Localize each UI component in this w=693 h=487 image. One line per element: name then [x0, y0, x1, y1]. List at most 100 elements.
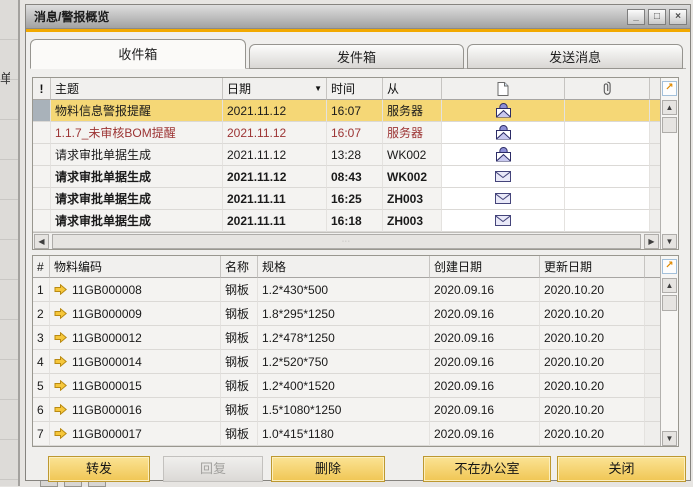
- material-code: 11GB000016: [50, 398, 221, 422]
- link-arrow-icon[interactable]: [54, 284, 67, 295]
- scrollbar-thumb[interactable]: ∙∙∙: [52, 234, 641, 249]
- inbox-row[interactable]: 请求审批单据生成2021.11.1116:18ZH003: [33, 210, 660, 232]
- link-arrow-icon[interactable]: [54, 332, 67, 343]
- open-envelope-icon: [495, 147, 512, 162]
- scrollbar-thumb[interactable]: [662, 295, 677, 311]
- out-of-office-button[interactable]: 不在办公室: [423, 456, 551, 482]
- row-blank: [650, 144, 660, 166]
- materials-col-name[interactable]: 名称: [221, 256, 258, 278]
- minimize-button[interactable]: _: [627, 9, 645, 25]
- inbox-col-date[interactable]: 日期▼: [223, 78, 327, 100]
- inbox-col-document[interactable]: [442, 78, 565, 100]
- row-blank: [650, 122, 660, 144]
- message-date: 2021.11.12: [223, 144, 327, 166]
- message-time: 16:07: [327, 100, 383, 122]
- material-row[interactable]: 311GB000012钢板1.2*478*12502020.09.162020.…: [33, 326, 660, 350]
- materials-col-created[interactable]: 创建日期: [430, 256, 540, 278]
- link-arrow-icon[interactable]: [54, 356, 67, 367]
- message-attachment: [565, 166, 650, 188]
- material-code-text: 11GB000015: [72, 379, 142, 393]
- row-blank: [650, 100, 660, 122]
- materials-col-code[interactable]: 物料编码: [50, 256, 221, 278]
- material-code: 11GB000012: [50, 326, 221, 350]
- inbox-col-from[interactable]: 从: [383, 78, 442, 100]
- tab-send-message[interactable]: 发送消息: [467, 44, 683, 69]
- tab-inbox[interactable]: 收件箱: [30, 39, 246, 69]
- materials-vertical-scrollbar[interactable]: ↗ ▲ ▼: [660, 256, 678, 446]
- scroll-down-icon[interactable]: ▼: [662, 431, 677, 446]
- scroll-up-icon[interactable]: ▲: [662, 100, 677, 115]
- inbox-col-priority[interactable]: !: [33, 78, 51, 100]
- background-partial-text: 单: [0, 68, 10, 87]
- row-selector[interactable]: [33, 188, 51, 210]
- material-updated-date: 2020.10.20: [540, 374, 645, 398]
- scroll-up-icon[interactable]: ▲: [662, 278, 677, 293]
- row-blank: [645, 350, 660, 374]
- action-button-row: 转发 回复 删除 不在办公室 关闭: [26, 455, 690, 482]
- link-arrow-icon[interactable]: [54, 404, 67, 415]
- inbox-horizontal-scrollbar[interactable]: ◀ ∙∙∙ ▶: [33, 232, 660, 249]
- material-row[interactable]: 511GB000015钢板1.2*400*15202020.09.162020.…: [33, 374, 660, 398]
- material-updated-date: 2020.10.20: [540, 278, 645, 302]
- scroll-right-icon[interactable]: ▶: [644, 234, 659, 249]
- material-row[interactable]: 111GB000008钢板1.2*430*5002020.09.162020.1…: [33, 278, 660, 302]
- close-window-button[interactable]: ×: [669, 9, 687, 25]
- material-index: 1: [33, 278, 50, 302]
- forward-button[interactable]: 转发: [48, 456, 150, 482]
- material-name: 钢板: [221, 398, 258, 422]
- scroll-left-icon[interactable]: ◀: [34, 234, 49, 249]
- materials-col-index[interactable]: #: [33, 256, 50, 278]
- material-row[interactable]: 611GB000016钢板1.5*1080*12502020.09.162020…: [33, 398, 660, 422]
- scroll-down-icon[interactable]: ▼: [662, 234, 677, 249]
- material-index: 3: [33, 326, 50, 350]
- message-date: 2021.11.12: [223, 100, 327, 122]
- row-selector[interactable]: [33, 166, 51, 188]
- material-name: 钢板: [221, 278, 258, 302]
- materials-col-updated[interactable]: 更新日期: [540, 256, 645, 278]
- background-window-border: [18, 0, 20, 486]
- materials-header-row: #物料编码名称规格创建日期更新日期: [33, 256, 660, 278]
- inbox-rows: 物料信息警报提醒2021.11.1216:07服务器1.1.7_未审核BOM提醒…: [33, 100, 660, 232]
- expand-grid-icon[interactable]: ↗: [662, 259, 677, 274]
- row-selector[interactable]: [33, 122, 51, 144]
- material-updated-date: 2020.10.20: [540, 398, 645, 422]
- message-time: 16:18: [327, 210, 383, 232]
- material-row[interactable]: 411GB000014钢板1.2*520*7502020.09.162020.1…: [33, 350, 660, 374]
- material-code-text: 11GB000016: [72, 403, 142, 417]
- closed-envelope-icon: [495, 193, 511, 204]
- scrollbar-thumb[interactable]: [662, 117, 677, 133]
- inbox-col-subject[interactable]: 主题: [51, 78, 223, 100]
- inbox-table: !主题日期▼时间从 物料信息警报提醒2021.11.1216:07服务器1.1.…: [32, 77, 679, 250]
- maximize-button[interactable]: □: [648, 9, 666, 25]
- inbox-row[interactable]: 请求审批单据生成2021.11.1116:25ZH003: [33, 188, 660, 210]
- inbox-vertical-scrollbar[interactable]: ↗ ▲ ▼: [660, 78, 678, 249]
- message-status: [442, 210, 565, 232]
- materials-col-spec[interactable]: 规格: [258, 256, 430, 278]
- inbox-col-time[interactable]: 时间: [327, 78, 383, 100]
- message-date: 2021.11.12: [223, 166, 327, 188]
- link-arrow-icon[interactable]: [54, 428, 67, 439]
- delete-button[interactable]: 删除: [271, 456, 385, 482]
- link-arrow-icon[interactable]: [54, 380, 67, 391]
- material-code: 11GB000008: [50, 278, 221, 302]
- sort-desc-icon[interactable]: ▼: [314, 84, 322, 93]
- row-selector[interactable]: [33, 100, 51, 122]
- tab-outbox[interactable]: 发件箱: [249, 44, 465, 69]
- inbox-col-attachment[interactable]: [565, 78, 650, 100]
- material-row[interactable]: 711GB000017钢板1.0*415*11802020.09.162020.…: [33, 422, 660, 446]
- row-selector[interactable]: [33, 144, 51, 166]
- material-code-text: 11GB000009: [72, 307, 142, 321]
- expand-grid-icon[interactable]: ↗: [662, 81, 677, 96]
- material-created-date: 2020.09.16: [430, 422, 540, 446]
- inbox-row[interactable]: 请求审批单据生成2021.11.1208:43WK002: [33, 166, 660, 188]
- inbox-row[interactable]: 1.1.7_未审核BOM提醒2021.11.1216:07服务器: [33, 122, 660, 144]
- close-button[interactable]: 关闭: [557, 456, 686, 482]
- material-row[interactable]: 211GB000009钢板1.8*295*12502020.09.162020.…: [33, 302, 660, 326]
- reply-button: 回复: [163, 456, 263, 482]
- link-arrow-icon[interactable]: [54, 308, 67, 319]
- row-selector[interactable]: [33, 210, 51, 232]
- inbox-row[interactable]: 请求审批单据生成2021.11.1213:28WK002: [33, 144, 660, 166]
- inbox-row[interactable]: 物料信息警报提醒2021.11.1216:07服务器: [33, 100, 660, 122]
- messages-alerts-overview-dialog: 消息/警报概览 _ □ × 收件箱 发件箱 发送消息 !主题日期▼时间从 物料信…: [25, 4, 691, 481]
- material-updated-date: 2020.10.20: [540, 326, 645, 350]
